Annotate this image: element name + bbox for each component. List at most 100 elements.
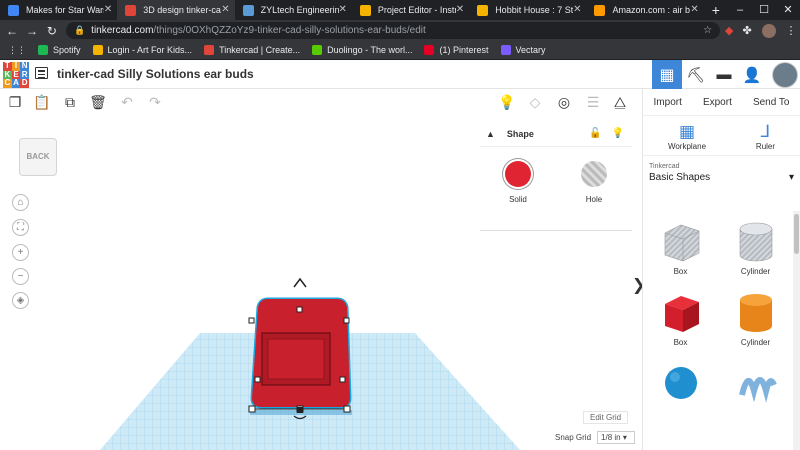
browser-tab[interactable]: Amazon.com : air brush✕ (586, 0, 703, 20)
send-to-button[interactable]: Send To (753, 97, 790, 108)
duplicate-icon[interactable]: ⧉ (61, 93, 79, 111)
browser-tab[interactable]: Project Editor - Instructa✕ (352, 0, 469, 20)
collapse-triangle-icon[interactable]: ▲ (486, 129, 495, 139)
align-icon[interactable]: ☰ (584, 93, 602, 111)
snap-grid-select[interactable]: 1/8 in ▾ (597, 431, 636, 444)
shape-thumbnail[interactable] (734, 219, 778, 263)
right-panel: Import Export Send To ▦ Workplane ⅃ Rule… (642, 89, 800, 450)
shape-thumbnail[interactable] (734, 361, 778, 405)
export-button[interactable]: Export (703, 97, 732, 108)
bookmark-item[interactable]: Spotify (38, 45, 81, 55)
group-icon[interactable]: ◎ (555, 93, 573, 111)
bookmark-item[interactable]: Tinkercad | Create... (204, 45, 300, 55)
shape-tile[interactable]: Box (643, 290, 718, 347)
view-cube-back[interactable]: BACK (19, 138, 57, 176)
edit-grid-button[interactable]: Edit Grid (583, 411, 629, 424)
new-tab-button[interactable]: + (704, 0, 728, 20)
close-tab-icon[interactable]: ✕ (690, 0, 698, 20)
extension-icon[interactable]: ◆ (720, 24, 738, 37)
shape-tile-label: Cylinder (740, 267, 771, 276)
shape-thumbnail[interactable] (659, 361, 703, 405)
close-tab-icon[interactable]: ✕ (104, 0, 112, 20)
shape-thumbnail[interactable] (659, 219, 703, 263)
workplane-tool[interactable]: ▦ Workplane (668, 122, 706, 155)
zoom-out-icon[interactable]: − (12, 268, 29, 285)
undo-icon[interactable]: ↶ (118, 93, 136, 111)
3d-workspace[interactable]: BACK ⌂ ⛶ + − ◈ ▲ Shape 🔓 💡 Solid Hole ❯ … (0, 115, 642, 450)
shape-tile[interactable]: Cylinder (718, 290, 793, 347)
perspective-icon[interactable]: ◈ (12, 292, 29, 309)
ruler-tool[interactable]: ⅃ Ruler (756, 122, 775, 155)
paste-icon[interactable]: 📋 (33, 93, 51, 111)
browser-tab[interactable]: 3D design tinker-cad Silly✕ (117, 0, 235, 20)
bookmark-label: Duolingo - The worl... (327, 45, 413, 55)
hole-swatch[interactable] (581, 161, 607, 187)
selected-box-shape[interactable] (248, 277, 352, 420)
shape-tile[interactable]: Box (643, 219, 718, 276)
forward-icon[interactable]: → (24, 24, 40, 38)
solid-label: Solid (509, 195, 527, 204)
tab-title: Amazon.com : air brush (612, 5, 691, 15)
browser-tab[interactable]: ZYLtech Engineering, LL✕ (235, 0, 352, 20)
light-bulb-icon[interactable]: 💡 (498, 93, 516, 111)
3d-view-grid-icon[interactable]: ▦ (652, 60, 682, 89)
user-avatar[interactable] (772, 61, 798, 88)
add-user-icon[interactable]: 👤 (738, 66, 766, 84)
hole-option[interactable]: Hole (581, 161, 607, 204)
bookmark-item[interactable]: Vectary (500, 45, 546, 55)
browser-tab[interactable]: Makes for Star Wars: Cli✕ (0, 0, 117, 20)
collapse-panel-chevron-icon[interactable]: ❯ (632, 275, 642, 295)
fit-view-icon[interactable]: ⛶ (12, 219, 29, 236)
trash-icon[interactable]: 🗑 (89, 93, 107, 111)
bookmark-favicon-icon (312, 45, 323, 55)
reload-icon[interactable]: ↻ (44, 24, 60, 38)
apps-grid-icon[interactable]: ⋮⋮ (8, 45, 26, 56)
tab-title: Project Editor - Instructa (377, 5, 456, 15)
close-tab-icon[interactable]: ✕ (456, 0, 464, 20)
shape-tile[interactable]: Cylinder (718, 219, 793, 276)
shape-category-select[interactable]: Tinkercad Basic Shapes ▾ (643, 155, 800, 183)
zoom-in-icon[interactable]: + (12, 244, 29, 261)
copy-icon[interactable]: ❐ (6, 93, 24, 111)
solid-color-swatch[interactable] (505, 161, 531, 187)
minimize-icon[interactable]: – (728, 0, 752, 20)
close-tab-icon[interactable]: ✕ (339, 0, 347, 20)
lightbulb-icon[interactable]: 💡 (612, 128, 624, 139)
browser-tab[interactable]: Hobbit House : 7 Steps✕ (469, 0, 586, 20)
bookmark-item[interactable]: Duolingo - The worl... (312, 45, 412, 55)
lock-shape-icon[interactable]: 🔓 (589, 128, 601, 139)
bricks-icon[interactable]: ▬ (710, 66, 738, 83)
url-input[interactable]: 🔒 tinkercad.com/things/0OXhQZZoYz9-tinke… (65, 22, 721, 39)
mirror-icon[interactable]: ⧋ (611, 93, 629, 111)
codeblocks-pickaxe-icon[interactable]: ⛏ (682, 66, 710, 84)
browser-avatar[interactable] (762, 23, 777, 38)
maximize-icon[interactable]: ☐ (752, 0, 776, 20)
tinkercad-logo[interactable]: TINKERCAD (3, 61, 29, 88)
puzzle-icon[interactable]: ✤ (738, 24, 756, 37)
redo-icon[interactable]: ↷ (146, 93, 164, 111)
edit-toolbar: ❐ 📋 ⧉ 🗑 ↶ ↷ 💡 ◇ ◎ ☰ ⧋ (0, 89, 642, 115)
close-tab-icon[interactable]: ✕ (573, 0, 581, 20)
note-icon[interactable]: ◇ (526, 93, 544, 111)
shape-thumbnail[interactable] (659, 290, 703, 334)
shape-thumbnail[interactable] (734, 290, 778, 334)
shape-tile[interactable] (718, 361, 793, 409)
import-button[interactable]: Import (654, 97, 682, 108)
bookmark-item[interactable]: Login - Art For Kids... (92, 45, 193, 55)
snap-grid-value: 1/8 in (601, 433, 621, 442)
close-tab-icon[interactable]: ✕ (221, 0, 229, 20)
shapes-scrollbar[interactable] (793, 211, 800, 450)
menu-icon[interactable] (35, 67, 48, 79)
ruler-label: Ruler (755, 142, 776, 151)
bookmark-item[interactable]: (1) Pinterest (424, 45, 489, 55)
solid-option[interactable]: Solid (505, 161, 531, 204)
kebab-menu-icon[interactable]: ⋮ (782, 24, 800, 37)
ruler-icon: ⅃ (760, 122, 771, 141)
bookmark-star-icon[interactable]: ☆ (703, 25, 712, 36)
back-icon[interactable]: ← (4, 24, 20, 38)
bookmark-label: Login - Art For Kids... (107, 45, 193, 55)
close-window-icon[interactable]: ✕ (776, 0, 800, 20)
shape-tile[interactable] (643, 361, 718, 409)
project-title[interactable]: tinker-cad Silly Solutions ear buds (57, 67, 254, 81)
home-view-icon[interactable]: ⌂ (12, 194, 29, 211)
